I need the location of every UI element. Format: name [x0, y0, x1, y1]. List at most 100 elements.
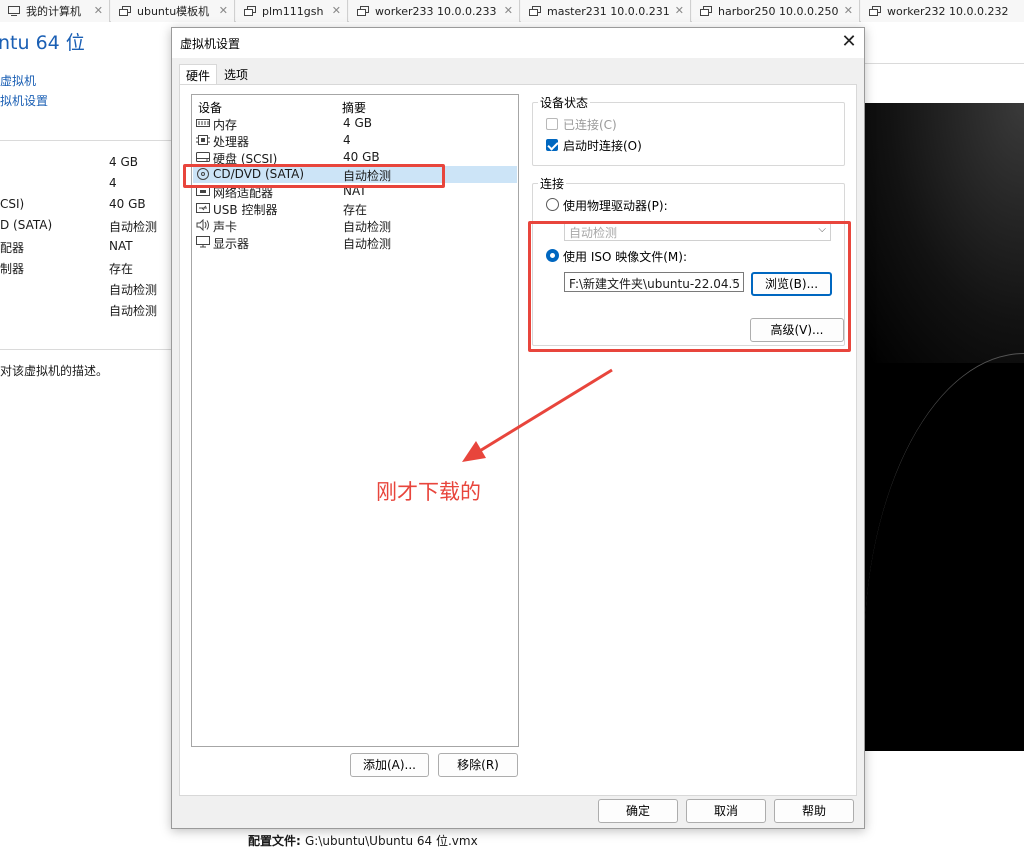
bg-device-value: 自动检测 — [109, 220, 158, 234]
iso-path-combobox[interactable]: F:\新建文件夹\ubuntu-22.04.5 ⌵ — [564, 272, 744, 292]
device-name: CD/DVD (SATA) — [213, 167, 305, 181]
tab-ubuntu-template[interactable]: ubuntu模板机 ✕ — [111, 0, 235, 22]
tab-worker232[interactable]: worker232 10.0.0.232 — [861, 0, 1024, 22]
bg-device-name: D (SATA) — [0, 218, 53, 232]
physical-drive-label: 使用物理驱动器(P): — [563, 199, 668, 213]
power-on-vm-link[interactable]: 虚拟机 — [0, 72, 36, 89]
tab-label: harbor250 10.0.0.250 — [718, 4, 839, 18]
close-icon[interactable]: ✕ — [675, 4, 684, 17]
bg-device-value: 4 GB — [109, 155, 138, 169]
cpu-icon — [196, 135, 210, 145]
column-header-device[interactable]: 设备 — [198, 99, 222, 116]
physical-drive-radio[interactable] — [546, 198, 559, 211]
device-name: 内存 — [213, 118, 238, 132]
physical-drive-select[interactable]: 自动检测 ⌵ — [564, 221, 831, 241]
device-row-memory[interactable]: 内存 4 GB — [193, 115, 517, 132]
device-row-hard-disk[interactable]: 硬盘 (SCSI) 40 GB — [193, 149, 517, 166]
vm-icon — [357, 6, 369, 16]
divider — [0, 140, 172, 141]
physical-drive-value: 自动检测 — [569, 226, 618, 240]
connected-checkbox[interactable] — [546, 118, 558, 130]
bg-device-value: 40 GB — [109, 197, 146, 211]
harddisk-icon — [196, 152, 210, 162]
dialog-title-bar: 虚拟机设置 ✕ — [172, 28, 864, 58]
device-row-sound-card[interactable]: 声卡 自动检测 — [193, 217, 517, 234]
network-adapter-icon — [196, 187, 210, 196]
bg-device-value: 自动检测 — [109, 304, 158, 318]
vm-description[interactable]: 对该虚拟机的描述。 — [0, 362, 108, 379]
device-name: 硬盘 (SCSI) — [213, 152, 278, 166]
device-status-group — [532, 102, 845, 166]
iso-image-radio[interactable] — [546, 249, 559, 262]
computer-icon — [8, 6, 20, 16]
close-icon[interactable]: ✕ — [844, 4, 853, 17]
tab-hardware[interactable]: 硬件 — [179, 64, 218, 85]
tab-plm111gsh[interactable]: plm111gsh ✕ — [236, 0, 348, 22]
tab-options[interactable]: 选项 — [218, 64, 254, 84]
device-summary: NAT — [343, 184, 367, 198]
advanced-button[interactable]: 高级(V)... — [750, 318, 844, 342]
device-summary: 4 — [343, 133, 351, 147]
document-tab-bar: 我的计算机 ✕ ubuntu模板机 ✕ plm111gsh ✕ worker23… — [0, 0, 1024, 22]
tab-worker233[interactable]: worker233 10.0.0.233 ✕ — [349, 0, 520, 22]
device-row-processor[interactable]: 处理器 4 — [193, 132, 517, 149]
device-name: USB 控制器 — [213, 203, 278, 217]
close-icon[interactable]: ✕ — [94, 4, 103, 17]
vm-icon — [244, 6, 256, 16]
vm-console-preview[interactable] — [864, 103, 1024, 751]
device-row-network-adapter[interactable]: 网络适配器 NAT — [193, 183, 517, 200]
browse-button[interactable]: 浏览(B)... — [751, 272, 832, 296]
close-icon[interactable]: ✕ — [219, 4, 228, 17]
display-icon — [196, 236, 210, 248]
divider — [864, 63, 1024, 64]
iso-path-value: F:\新建文件夹\ubuntu-22.04.5 — [569, 277, 740, 291]
device-name: 网络适配器 — [213, 186, 274, 200]
dialog-title: 虚拟机设置 — [180, 37, 241, 51]
bg-device-value: 自动检测 — [109, 283, 158, 297]
bg-device-value: 存在 — [109, 262, 134, 276]
chevron-down-icon: ⌵ — [731, 275, 739, 286]
remove-device-button[interactable]: 移除(R) — [438, 753, 518, 777]
device-row-display[interactable]: 显示器 自动检测 — [193, 234, 517, 251]
connect-at-power-on-label: 启动时连接(O) — [563, 139, 642, 153]
edit-vm-settings-link[interactable]: 拟机设置 — [0, 92, 48, 109]
divider — [0, 349, 172, 350]
tab-harbor250[interactable]: harbor250 10.0.0.250 ✕ — [692, 0, 860, 22]
ok-button[interactable]: 确定 — [598, 799, 678, 823]
tab-label: worker233 10.0.0.233 — [375, 4, 497, 18]
bg-device-name: 配器 — [0, 241, 25, 255]
tab-label: ubuntu模板机 — [137, 5, 210, 18]
bg-device-value: NAT — [109, 239, 133, 253]
close-icon[interactable]: ✕ — [834, 28, 864, 58]
tab-master231[interactable]: master231 10.0.0.231 ✕ — [521, 0, 691, 22]
connect-at-power-on-checkbox[interactable] — [546, 139, 558, 151]
chevron-down-icon: ⌵ — [818, 224, 826, 235]
annotation-text: 刚才下载的 — [376, 480, 481, 504]
cancel-button[interactable]: 取消 — [686, 799, 766, 823]
help-button[interactable]: 帮助 — [774, 799, 854, 823]
connection-title: 连接 — [538, 175, 567, 192]
vm-icon — [119, 6, 131, 16]
add-device-button[interactable]: 添加(A)... — [350, 753, 429, 777]
close-icon[interactable]: ✕ — [504, 4, 513, 17]
device-list[interactable]: 设备 摘要 内存 4 GB 处理器 4 硬盘 (SCSI) 40 GB CD/D… — [191, 94, 519, 747]
device-name: 显示器 — [213, 237, 250, 251]
column-header-summary[interactable]: 摘要 — [342, 99, 366, 116]
bg-device-name: CSI) — [0, 197, 25, 211]
device-row-usb-controller[interactable]: USB 控制器 存在 — [193, 200, 517, 217]
tab-label: 我的计算机 — [26, 5, 81, 18]
config-file-label: 配置文件: — [248, 834, 301, 848]
device-summary: 存在 — [343, 203, 368, 217]
close-icon[interactable]: ✕ — [332, 4, 341, 17]
vm-icon — [869, 6, 881, 16]
config-file-path: G:\ubuntu\Ubuntu 64 位.vmx — [305, 834, 478, 848]
device-summary: 自动检测 — [343, 237, 392, 251]
sound-card-icon — [196, 219, 209, 231]
tab-my-computer[interactable]: 我的计算机 ✕ — [0, 0, 110, 22]
connected-label: 已连接(C) — [563, 118, 617, 132]
tab-label: master231 10.0.0.231 — [547, 4, 670, 18]
device-summary: 40 GB — [343, 150, 380, 164]
device-row-cd-dvd[interactable]: CD/DVD (SATA) 自动检测 — [193, 166, 517, 183]
vm-icon — [529, 6, 541, 16]
cd-dvd-icon — [197, 168, 209, 180]
